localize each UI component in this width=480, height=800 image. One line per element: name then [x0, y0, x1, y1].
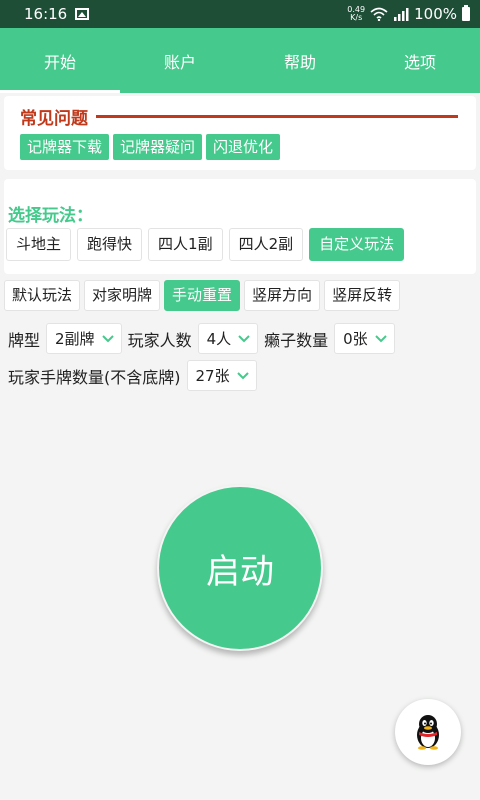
tab-label: 开始: [43, 52, 76, 72]
settings-row-2: 玩家手牌数量(不含底牌) 27张: [8, 360, 263, 391]
play-mode-options: 斗地主 跑得快 四人1副 四人2副 自定义玩法: [6, 228, 405, 261]
crash-fix-button[interactable]: 闪退优化: [206, 134, 281, 160]
player-count-value: 4人: [206, 330, 232, 348]
card-type-label: 牌型: [8, 330, 41, 350]
player-count-label: 玩家人数: [127, 330, 192, 350]
qq-contact-button[interactable]: [395, 699, 461, 765]
mode-custom-button[interactable]: 自定义玩法: [309, 228, 405, 261]
manual-reset-toggle[interactable]: 手动重置: [164, 280, 241, 311]
faq-header: 常见问题: [20, 104, 88, 129]
battery-icon: [462, 5, 470, 21]
image-icon: [75, 8, 90, 20]
clock: 16:16: [24, 5, 68, 23]
qq-penguin-icon: [417, 715, 439, 750]
hand-size-select[interactable]: 27张: [186, 360, 257, 391]
tab-options[interactable]: 选项: [360, 28, 480, 93]
portrait-orientation-toggle[interactable]: 竖屏方向: [244, 280, 321, 311]
tab-start[interactable]: 开始: [0, 28, 120, 93]
tab-help[interactable]: 帮助: [240, 28, 360, 93]
wifi-icon: [370, 7, 388, 21]
faq-buttons: 记牌器下载 记牌器疑问 闪退优化: [20, 134, 281, 160]
hand-size-label: 玩家手牌数量(不含底牌): [8, 367, 181, 387]
default-mode-toggle[interactable]: 默认玩法: [4, 280, 81, 311]
tab-account[interactable]: 账户: [120, 28, 240, 93]
opponent-open-toggle[interactable]: 对家明牌: [84, 280, 161, 311]
chevron-down-icon: [238, 334, 250, 342]
tab-label: 选项: [403, 52, 436, 72]
tracker-download-button[interactable]: 记牌器下载: [20, 134, 110, 160]
wild-count-select[interactable]: 0张: [334, 323, 395, 354]
wild-count-label: 癞子数量: [264, 330, 329, 350]
battery-percent: 100%: [414, 5, 457, 23]
mode-four-two-deck-button[interactable]: 四人2副: [228, 228, 304, 261]
start-label: 启动: [206, 551, 274, 592]
status-bar: 16:16 0.49 K/s 100%: [0, 0, 480, 28]
mode-doudizhu-button[interactable]: 斗地主: [6, 228, 72, 261]
signal-icon: [394, 8, 409, 21]
mode-four-one-deck-button[interactable]: 四人1副: [148, 228, 223, 261]
settings-row-1: 牌型 2副牌 玩家人数 4人 癞子数量 0张: [8, 323, 401, 354]
tab-label: 帮助: [283, 52, 316, 72]
wild-count-value: 0张: [343, 330, 368, 348]
chevron-down-icon: [374, 334, 387, 342]
portrait-reverse-toggle[interactable]: 竖屏反转: [324, 280, 401, 311]
card-type-value: 2副牌: [55, 330, 95, 348]
hand-size-value: 27张: [195, 367, 230, 385]
play-mode-card: 选择玩法： 斗地主 跑得快 四人1副 四人2副 自定义玩法: [4, 179, 476, 274]
card-type-select[interactable]: 2副牌: [46, 323, 122, 354]
faq-card: 常见问题 记牌器下载 记牌器疑问 闪退优化: [4, 96, 476, 170]
chevron-down-icon: [101, 334, 114, 342]
faq-divider: [96, 115, 458, 118]
tracker-questions-button[interactable]: 记牌器疑问: [113, 134, 203, 160]
mode-paodekuai-button[interactable]: 跑得快: [77, 228, 143, 261]
start-button[interactable]: 启动: [157, 485, 323, 651]
play-mode-label: 选择玩法：: [8, 206, 93, 226]
chevron-down-icon: [236, 371, 249, 379]
faq-title: 常见问题: [20, 109, 88, 129]
tab-bar: 开始 账户 帮助 选项: [0, 28, 480, 93]
tab-label: 账户: [163, 52, 196, 72]
player-count-select[interactable]: 4人: [197, 323, 259, 354]
net-speed: 0.49 K/s: [347, 6, 365, 22]
status-icons: 0.49 K/s 100%: [347, 5, 470, 23]
option-toggles: 默认玩法 对家明牌 手动重置 竖屏方向 竖屏反转: [4, 280, 401, 311]
net-speed-unit: K/s: [350, 13, 363, 22]
